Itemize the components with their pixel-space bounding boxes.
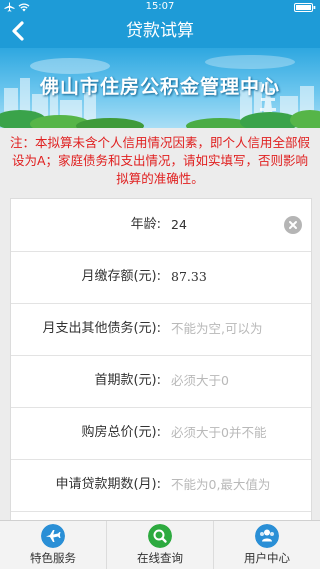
loan-term-input[interactable]: 不能为0,最大值为 [171, 459, 287, 511]
status-bar: 15:07 [0, 0, 320, 14]
loan-form: 年龄: 24 月缴存额(元): 87.33 月支出其他债务(元): 不能为空,可… [10, 198, 312, 521]
search-icon [148, 524, 172, 548]
down-payment-label: 首期款(元): [94, 373, 161, 388]
banner: 佛山市住房公积金管理中心 [0, 48, 320, 128]
tab-bar: 特色服务 在线查询 用户中心 [0, 520, 320, 569]
age-input[interactable]: 24 [171, 199, 287, 251]
down-payment-input[interactable]: 必须大于0 [171, 355, 287, 407]
tab-featured-services[interactable]: 特色服务 [0, 521, 107, 569]
form-row-other-debts: 月支出其他债务(元): 不能为空,可以为 [11, 303, 311, 356]
user-group-icon [255, 524, 279, 548]
monthly-deposit-input[interactable]: 87.33 [171, 251, 287, 303]
form-row-age: 年龄: 24 [11, 199, 311, 252]
age-label: 年龄: [130, 217, 161, 232]
monthly-deposit-label: 月缴存额(元): [81, 269, 161, 284]
tab-online-query[interactable]: 在线查询 [107, 521, 214, 569]
form-row-loan-term: 申请贷款期数(月): 不能为0,最大值为 [11, 459, 311, 512]
form-row-house-price: 购房总价(元): 必须大于0并不能 [11, 407, 311, 460]
navigation-bar: 贷款试算 [0, 14, 320, 48]
clear-button[interactable] [284, 216, 302, 234]
page-title: 贷款试算 [126, 21, 194, 41]
tab-featured-services-label: 特色服务 [30, 551, 76, 565]
notice-text: 注：本拟算未含个人信用情况因素，即个人信用全部假设为A；家庭债务和支出情况，请如… [9, 135, 310, 186]
tab-user-center-label: 用户中心 [244, 551, 290, 565]
loan-term-label: 申请贷款期数(月): [55, 477, 161, 492]
banner-title: 佛山市住房公积金管理中心 [39, 76, 280, 98]
form-row-down-payment: 首期款(元): 必须大于0 [11, 355, 311, 408]
status-right [294, 0, 316, 14]
house-price-label: 购房总价(元): [81, 425, 161, 440]
tab-user-center[interactable]: 用户中心 [214, 521, 320, 569]
notice: 注：本拟算未含个人信用情况因素，即个人信用全部假设为A；家庭债务和支出情况，请如… [0, 128, 320, 198]
form-row-monthly-deposit: 月缴存额(元): 87.33 [11, 251, 311, 304]
other-debts-input[interactable]: 不能为空,可以为 [171, 303, 287, 355]
other-debts-label: 月支出其他债务(元): [42, 321, 161, 336]
tab-online-query-label: 在线查询 [137, 551, 183, 565]
close-icon [289, 221, 297, 229]
battery-icon [294, 2, 316, 12]
plane-icon [41, 524, 65, 548]
house-price-input[interactable]: 必须大于0并不能 [171, 407, 287, 459]
status-time: 15:07 [145, 1, 175, 12]
